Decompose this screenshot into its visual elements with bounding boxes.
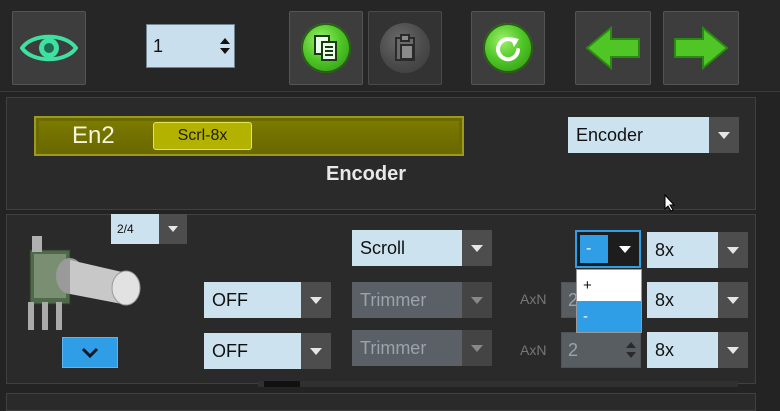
dropdown-arrow-icon[interactable]: [159, 214, 187, 244]
expand-button[interactable]: [62, 337, 118, 368]
page-value: 2/4: [111, 214, 159, 244]
function-value: Trimmer: [352, 282, 462, 318]
control-tag: Scrl-8x: [153, 122, 252, 150]
dropdown-arrow-icon[interactable]: [718, 232, 748, 268]
paste-button[interactable]: [368, 11, 442, 85]
multiplier-value: 8x: [647, 332, 718, 368]
arrow-left-icon: [585, 26, 640, 70]
dropdown-arrow-icon[interactable]: [611, 232, 639, 266]
sign-select[interactable]: -: [575, 230, 641, 268]
paste-icon: [395, 34, 415, 61]
axn-stepper-2[interactable]: 2: [561, 332, 641, 368]
toggle-value: OFF: [204, 282, 301, 318]
sign-option-minus[interactable]: -: [577, 301, 641, 332]
axn-label: AxN: [520, 291, 547, 307]
chevron-down-icon: [81, 347, 99, 358]
multiplier-select-2[interactable]: 8x: [647, 282, 748, 318]
dropdown-arrow-icon[interactable]: [718, 332, 748, 368]
section-title: Encoder: [326, 163, 407, 185]
mode-select[interactable]: Scroll: [352, 230, 492, 266]
sign-value: -: [580, 235, 608, 263]
dropdown-arrow-icon[interactable]: [301, 282, 331, 318]
sign-option-plus[interactable]: +: [577, 270, 641, 301]
refresh-icon: [496, 37, 520, 62]
toggle-select-2[interactable]: OFF: [204, 333, 331, 369]
function-select-1[interactable]: Trimmer: [352, 282, 492, 318]
horizontal-scrollbar[interactable]: [258, 381, 738, 387]
copy-icon: [314, 35, 337, 61]
axn-value: 2: [568, 339, 579, 360]
function-value: Trimmer: [352, 330, 462, 366]
function-select-2[interactable]: Trimmer: [352, 330, 492, 366]
scrollbar-thumb[interactable]: [264, 381, 300, 387]
layer-value: 1: [153, 35, 164, 56]
dropdown-arrow-icon[interactable]: [301, 333, 331, 369]
dropdown-arrow-icon[interactable]: [709, 117, 739, 153]
mouse-cursor-icon: [664, 194, 676, 212]
control-name: En2: [72, 122, 115, 149]
dropdown-arrow-icon[interactable]: [718, 282, 748, 318]
sign-options-popup: + -: [576, 269, 642, 333]
dropdown-arrow-icon[interactable]: [462, 282, 492, 318]
mode-value: Scroll: [352, 230, 462, 266]
dropdown-arrow-icon[interactable]: [462, 230, 492, 266]
copy-button[interactable]: [289, 11, 363, 85]
view-button[interactable]: [12, 11, 86, 85]
multiplier-select-3[interactable]: 8x: [647, 332, 748, 368]
page-select[interactable]: 2/4: [111, 214, 187, 244]
axn-label: AxN: [520, 342, 547, 358]
arrow-right-icon: [674, 26, 729, 70]
control-type-value: Encoder: [568, 117, 709, 153]
multiplier-select-1[interactable]: 8x: [647, 232, 748, 268]
increment-icon[interactable]: [220, 38, 230, 44]
multiplier-value: 8x: [647, 282, 718, 318]
layer-stepper[interactable]: 1: [146, 24, 235, 68]
control-type-select[interactable]: Encoder: [568, 117, 739, 153]
next-button[interactable]: [663, 11, 739, 85]
dropdown-arrow-icon[interactable]: [462, 330, 492, 366]
multiplier-value: 8x: [647, 232, 718, 268]
toggle-value: OFF: [204, 333, 301, 369]
bottom-panel: [6, 393, 756, 411]
eye-icon: [20, 34, 78, 62]
toggle-select-1[interactable]: OFF: [204, 282, 331, 318]
decrement-icon[interactable]: [220, 48, 230, 54]
refresh-button[interactable]: [471, 11, 545, 85]
previous-button[interactable]: [575, 11, 651, 85]
